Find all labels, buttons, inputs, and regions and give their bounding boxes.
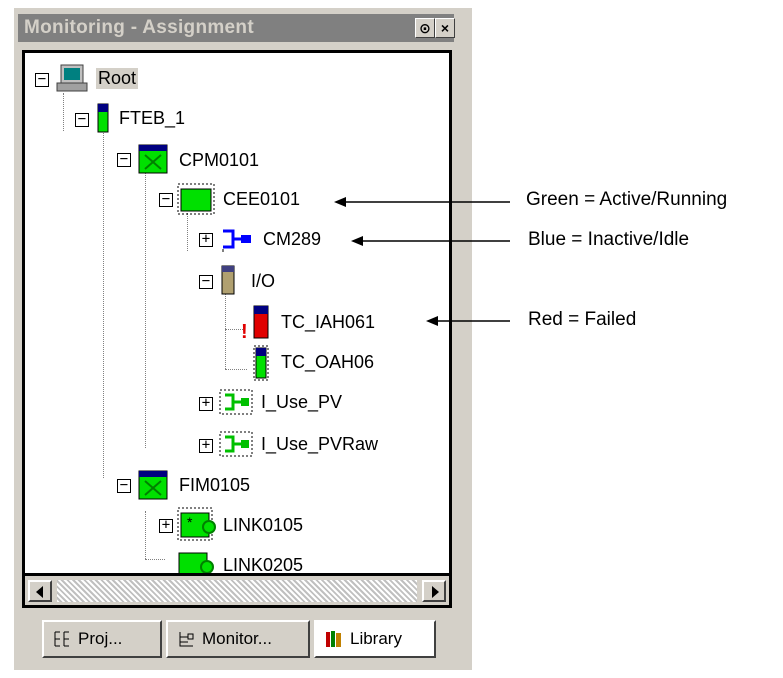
annotation-red: Red = Failed [528,309,637,330]
annotation-green: Green = Active/Running [526,189,728,210]
annotation-blue: Blue = Inactive/Idle [528,229,690,250]
annotation-arrows [334,197,510,326]
